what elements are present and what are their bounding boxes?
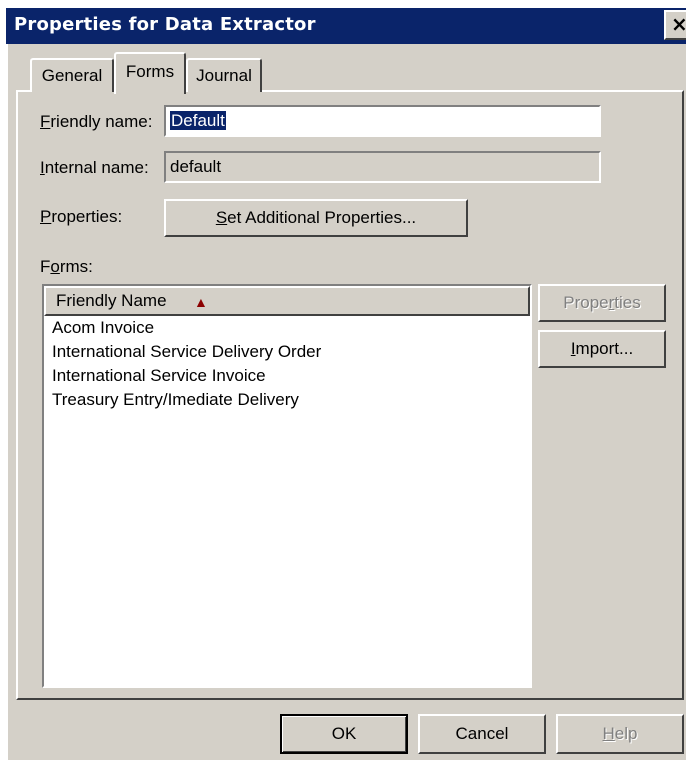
close-icon: × [671,12,686,36]
ok-button[interactable]: OK [280,714,408,754]
list-item[interactable]: International Service Delivery Order [52,342,321,362]
internal-name-value: default [170,157,222,176]
sort-ascending-icon: ▲ [194,294,208,310]
tab-general[interactable]: General [30,58,114,92]
import-button[interactable]: Import... [538,330,666,368]
window-title: Properties for Data Extractor [14,14,316,35]
friendly-name-input[interactable]: Default [164,105,601,137]
cancel-button[interactable]: Cancel [418,714,546,754]
form-properties-button[interactable]: Properties [538,284,666,322]
help-button[interactable]: Help [556,714,684,754]
friendly-name-label: Friendly name: [40,112,153,131]
close-button[interactable]: × [664,10,686,40]
forms-label: Forms: [40,257,93,276]
friendly-name-value: Default [170,111,226,130]
forms-list[interactable]: Friendly Name ▲ Acom Invoice Internation… [42,284,532,688]
internal-name-label: Internal name: [40,158,149,177]
internal-name-field: default [164,151,601,183]
column-header-label: Friendly Name [56,291,167,310]
list-item[interactable]: International Service Invoice [52,366,266,386]
list-item[interactable]: Treasury Entry/Imediate Delivery [52,390,299,410]
title-bar: Properties for Data Extractor [6,8,686,44]
tab-forms[interactable]: Forms [114,52,186,94]
set-additional-properties-button[interactable]: Set Additional Properties... [164,199,468,237]
tab-journal[interactable]: Journal [186,58,262,92]
list-item[interactable]: Acom Invoice [52,318,154,338]
column-header-friendly-name[interactable]: Friendly Name ▲ [44,286,530,316]
properties-label: Properties: [40,207,123,226]
